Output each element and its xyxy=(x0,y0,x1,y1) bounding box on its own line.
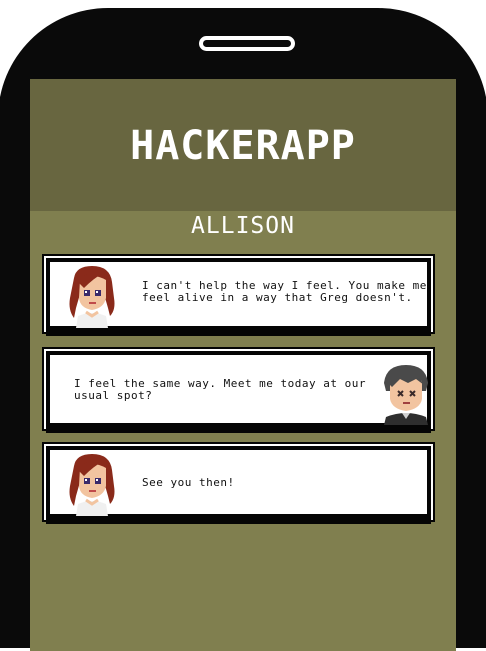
phone-frame: HACKERAPP ALLISON I can't help the way I… xyxy=(0,0,486,651)
player-avatar xyxy=(378,361,434,425)
bubble-shadow xyxy=(46,518,431,524)
chat-message: I feel the same way. Meet me today at ou… xyxy=(46,351,434,433)
app-header: HACKERAPP xyxy=(30,79,456,211)
message-text: I can't help the way I feel. You make me… xyxy=(142,279,435,304)
bubble-shadow xyxy=(46,330,431,336)
message-text: See you then! xyxy=(142,476,235,489)
app-title: HACKERAPP xyxy=(130,123,356,169)
chat-message: I can't help the way I feel. You make me… xyxy=(46,258,435,336)
allison-avatar xyxy=(64,264,120,328)
message-text: I feel the same way. Meet me today at ou… xyxy=(74,377,374,402)
contact-name: ALLISON xyxy=(191,213,295,239)
chat-message: See you then! xyxy=(46,446,431,524)
allison-avatar xyxy=(64,452,120,516)
bubble-shadow xyxy=(46,427,431,433)
speaker-grille xyxy=(199,36,295,51)
